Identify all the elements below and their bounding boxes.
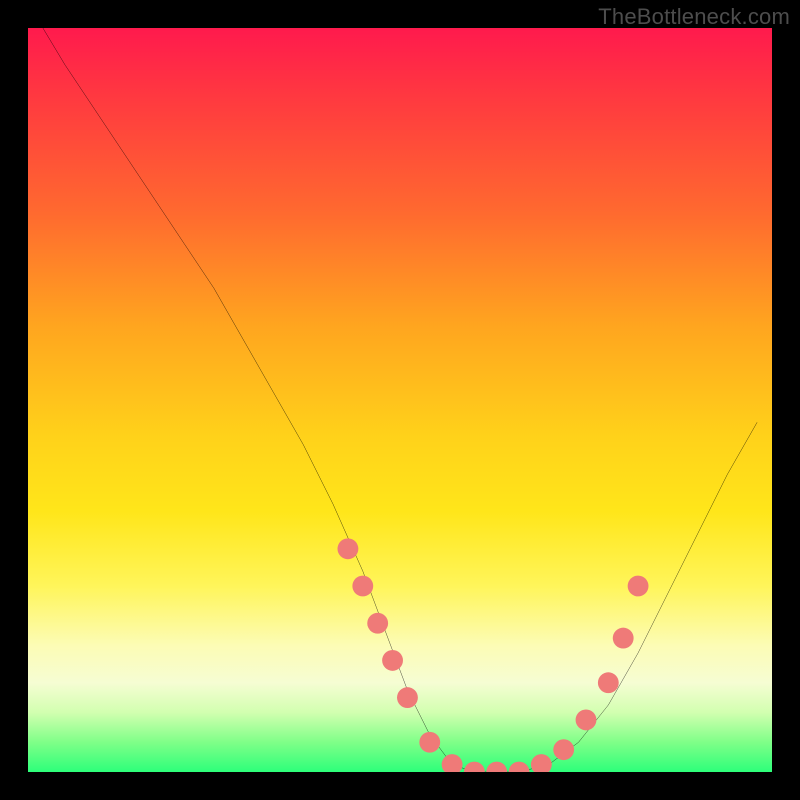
attribution-label: TheBottleneck.com [598,4,790,30]
highlight-dot [486,762,507,772]
highlight-dot [419,732,440,753]
chart-frame: TheBottleneck.com [0,0,800,800]
highlight-dot [352,576,373,597]
highlight-dot [613,628,634,649]
highlight-dot [628,576,649,597]
highlight-dot [367,613,388,634]
highlight-dot [397,687,418,708]
highlight-dot [598,672,619,693]
highlight-dots-group [338,538,649,772]
highlight-dot [576,710,597,731]
highlight-dot [509,762,530,772]
highlight-dot [442,754,463,772]
chart-svg [28,28,772,772]
highlight-dot [464,762,485,772]
plot-area [28,28,772,772]
highlight-dot [531,754,552,772]
highlight-dot [382,650,403,671]
highlight-dot [553,739,574,760]
highlight-dot [338,538,359,559]
